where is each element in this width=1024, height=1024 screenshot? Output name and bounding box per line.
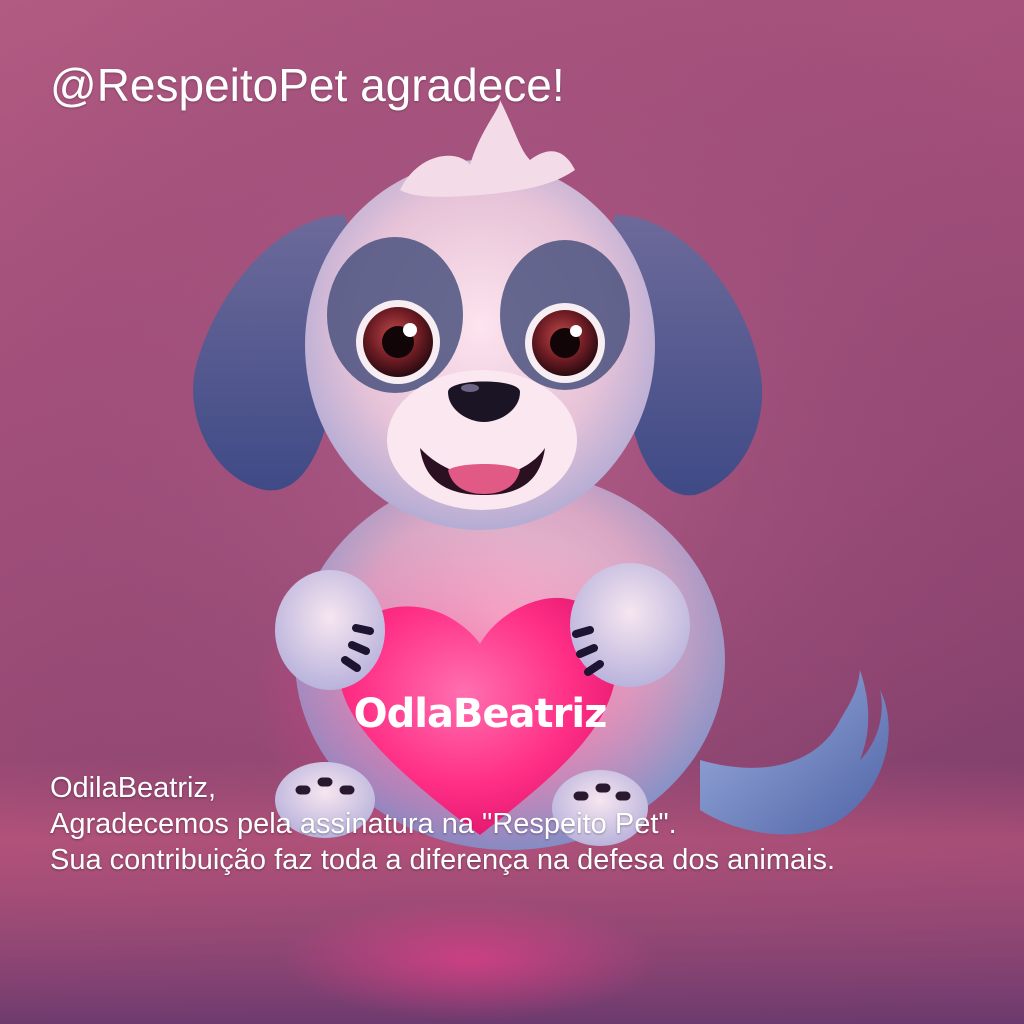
thank-you-message: OdilaBeatriz, Agradecemos pela assinatur…	[50, 770, 1000, 878]
heart-label: OdlaBeatriz	[354, 691, 607, 737]
message-thanks: Agradecemos pela assinatura na "Respeito…	[50, 808, 677, 840]
page-title: @RespeitoPet agradece!	[50, 59, 565, 111]
left-eye-shine	[403, 323, 417, 337]
heart-reflection	[280, 900, 660, 1020]
right-eye-shine	[570, 325, 582, 337]
message-recipient: OdilaBeatriz,	[50, 772, 217, 804]
nose-shine	[461, 384, 479, 392]
message-impact: Sua contribuição faz toda a diferença na…	[50, 844, 836, 876]
